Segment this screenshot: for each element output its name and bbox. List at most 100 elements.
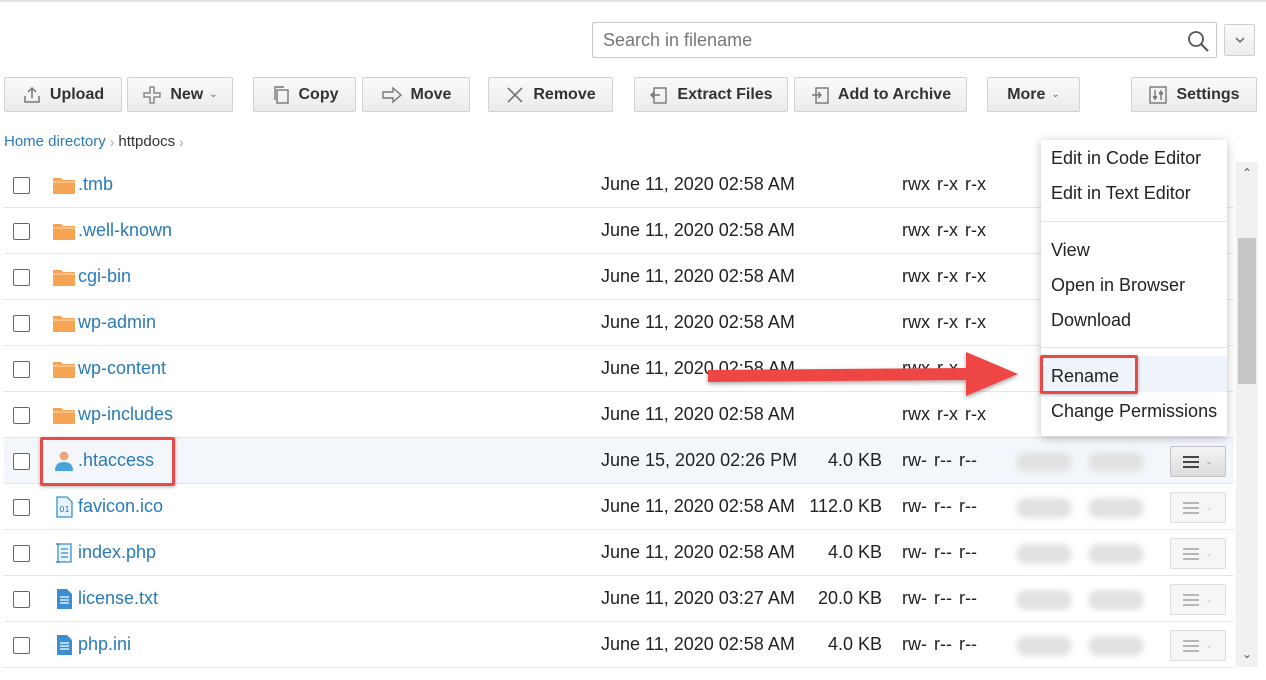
menu-divider [1041, 347, 1227, 348]
file-name-link[interactable]: index.php [78, 542, 156, 563]
file-name-link[interactable]: php.ini [78, 634, 131, 655]
chevron-down-icon: ⌄ [1051, 89, 1060, 100]
script-file-icon [56, 543, 72, 563]
file-name-link[interactable]: .tmb [78, 174, 113, 195]
row-actions-button[interactable]: ⌄ [1170, 538, 1226, 569]
search-options-button[interactable] [1224, 24, 1255, 56]
table-row[interactable]: index.php June 11, 2020 02:58 AM 4.0 KB … [4, 530, 1234, 576]
chevron-down-icon: ⌄ [209, 89, 218, 100]
search-field[interactable] [592, 22, 1217, 58]
chevron-down-icon [1235, 37, 1245, 44]
row-checkbox[interactable] [13, 407, 30, 424]
row-checkbox[interactable] [13, 453, 30, 470]
folder-icon [53, 224, 75, 240]
menu-item-open-browser[interactable]: Open in Browser [1051, 275, 1185, 296]
table-row[interactable]: license.txt June 11, 2020 03:27 AM 20.0 … [4, 576, 1234, 622]
file-modified-date: June 11, 2020 02:58 AM [601, 266, 795, 286]
top-divider [0, 0, 1266, 2]
upload-icon [24, 86, 40, 103]
file-name-link[interactable]: favicon.ico [78, 496, 163, 517]
copy-button[interactable]: Copy [253, 77, 356, 112]
chevron-down-icon: ⌄ [1205, 502, 1213, 512]
new-button[interactable]: New ⌄ [127, 77, 233, 112]
file-name-link[interactable]: .well-known [78, 220, 172, 241]
upload-button[interactable]: Upload [4, 77, 122, 112]
row-actions-button[interactable]: ⌄ [1170, 584, 1226, 615]
file-size: 4.0 KB [827, 450, 882, 470]
file-name-link[interactable]: wp-includes [78, 404, 173, 425]
chevron-down-icon: ⌄ [1205, 548, 1213, 558]
row-actions-button[interactable]: ⌄ [1170, 446, 1226, 477]
table-row-selected[interactable]: .htaccess June 15, 2020 02:26 PM 4.0 KB … [4, 438, 1234, 484]
scrollbar-thumb[interactable] [1238, 238, 1256, 384]
vertical-scrollbar[interactable]: ⌃ ⌄ [1236, 162, 1258, 667]
settings-button[interactable]: Settings [1131, 77, 1257, 112]
file-modified-date: June 11, 2020 02:58 AM [601, 312, 795, 332]
redacted-owner [1016, 452, 1072, 472]
file-modified-date: June 11, 2020 02:58 AM [601, 174, 795, 194]
binary-file-icon: 01 [56, 496, 73, 518]
menu-item-view[interactable]: View [1051, 240, 1090, 261]
folder-icon [53, 408, 75, 424]
move-button[interactable]: Move [362, 77, 470, 112]
redacted-group [1088, 498, 1144, 518]
redacted-group [1088, 544, 1144, 564]
menu-item-change-permissions[interactable]: Change Permissions [1051, 401, 1217, 422]
hamburger-menu-icon [1183, 593, 1200, 606]
file-name-link[interactable]: wp-content [78, 358, 166, 379]
redacted-owner [1016, 498, 1072, 518]
redacted-owner [1016, 544, 1072, 564]
search-icon[interactable] [1186, 29, 1210, 53]
folder-icon [53, 316, 75, 332]
row-checkbox[interactable] [13, 177, 30, 194]
menu-item-download[interactable]: Download [1051, 310, 1131, 331]
chevron-down-icon: ⌄ [1205, 456, 1213, 466]
file-modified-date: June 15, 2020 02:26 PM [601, 450, 798, 470]
menu-item-edit-text[interactable]: Edit in Text Editor [1051, 183, 1191, 204]
breadcrumb-home-link[interactable]: Home directory [4, 133, 106, 150]
file-name-link[interactable]: cgi-bin [78, 266, 131, 287]
redacted-owner [1016, 636, 1072, 656]
folder-icon [53, 178, 75, 194]
table-row[interactable]: 01 favicon.ico June 11, 2020 02:58 AM 11… [4, 484, 1234, 530]
file-permissions: rwx r-x r-x [902, 404, 986, 424]
file-modified-date: June 11, 2020 02:58 AM [601, 542, 795, 562]
file-name-link[interactable]: wp-admin [78, 312, 156, 333]
row-checkbox[interactable] [13, 545, 30, 562]
file-permissions: rwx r-x r-x [902, 312, 986, 332]
more-button[interactable]: More ⌄ [987, 77, 1080, 112]
file-size: 4.0 KB [827, 634, 882, 654]
file-size: 112.0 KB [809, 496, 882, 516]
table-row[interactable]: php.ini June 11, 2020 02:58 AM 4.0 KB rw… [4, 622, 1234, 668]
row-checkbox[interactable] [13, 591, 30, 608]
row-checkbox[interactable] [13, 269, 30, 286]
add-to-archive-button[interactable]: Add to Archive [794, 77, 967, 112]
menu-item-edit-code[interactable]: Edit in Code Editor [1051, 148, 1201, 169]
scroll-down-icon[interactable]: ⌄ [1236, 647, 1258, 667]
remove-button[interactable]: Remove [488, 77, 613, 112]
file-permissions: rwx r-x r-x [902, 174, 986, 194]
archive-icon [811, 86, 829, 104]
row-actions-button[interactable]: ⌄ [1170, 630, 1226, 661]
row-checkbox[interactable] [13, 315, 30, 332]
hamburger-menu-icon [1183, 547, 1200, 560]
copy-icon [273, 85, 289, 104]
file-permissions: rwx r-x r-x [902, 220, 986, 240]
folder-icon [53, 270, 75, 286]
file-modified-date: June 11, 2020 03:27 AM [601, 588, 795, 608]
row-checkbox[interactable] [13, 361, 30, 378]
scroll-up-icon[interactable]: ⌃ [1236, 166, 1258, 186]
file-name-link[interactable]: license.txt [78, 588, 158, 609]
chevron-down-icon: ⌄ [1205, 640, 1213, 650]
arrow-right-icon [381, 85, 402, 104]
row-checkbox[interactable] [13, 499, 30, 516]
row-actions-button[interactable]: ⌄ [1170, 492, 1226, 523]
arrow-right-icon [708, 352, 1018, 396]
text-file-icon [57, 589, 72, 609]
extract-files-button[interactable]: Extract Files [634, 77, 788, 112]
search-input[interactable] [593, 23, 1173, 57]
row-checkbox[interactable] [13, 223, 30, 240]
file-permissions: rw- r-- r-- [902, 450, 977, 470]
row-checkbox[interactable] [13, 637, 30, 654]
chevron-right-icon: › [109, 133, 115, 150]
